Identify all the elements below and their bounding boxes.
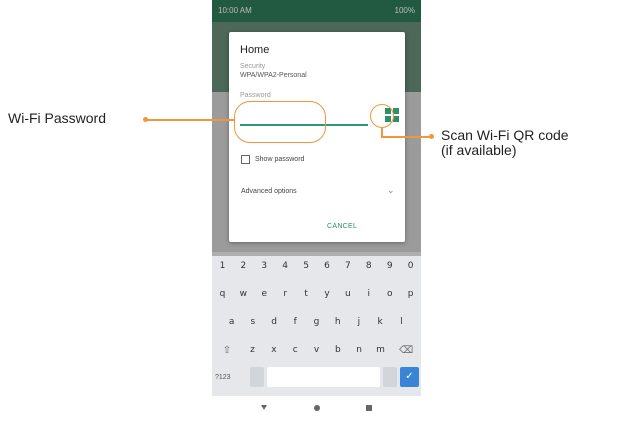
key[interactable]: 3 xyxy=(254,261,275,271)
key[interactable]: r xyxy=(275,289,296,299)
check-icon[interactable]: ✓ xyxy=(400,367,419,387)
key[interactable]: 1 xyxy=(212,261,233,271)
qr-callout-line1: Scan Wi-Fi QR code xyxy=(441,127,569,143)
key[interactable]: z xyxy=(242,345,263,355)
key[interactable]: 5 xyxy=(296,261,317,271)
advanced-options[interactable]: Advanced options xyxy=(241,188,297,195)
key[interactable]: s xyxy=(242,317,263,327)
password-highlight xyxy=(234,101,326,143)
key[interactable]: t xyxy=(296,289,317,299)
symbols-key[interactable]: ?123 xyxy=(215,374,231,381)
number-row: 1 2 3 4 5 6 7 8 9 0 xyxy=(212,256,421,276)
key[interactable]: 7 xyxy=(337,261,358,271)
network-name: Home xyxy=(240,44,270,56)
key[interactable]: 2 xyxy=(233,261,254,271)
password-callout-dot xyxy=(143,117,148,122)
space-key[interactable] xyxy=(267,367,380,387)
password-callout: Wi-Fi Password xyxy=(8,110,107,126)
key[interactable]: k xyxy=(370,317,391,327)
navigation-bar xyxy=(212,396,421,422)
key[interactable]: 4 xyxy=(275,261,296,271)
key[interactable]: h xyxy=(327,317,348,327)
key[interactable]: q xyxy=(212,289,233,299)
key[interactable]: v xyxy=(306,345,327,355)
letter-row-1: q w e r t y u i o p xyxy=(212,284,421,304)
comma-key[interactable] xyxy=(250,367,264,387)
key[interactable]: w xyxy=(233,289,254,299)
security-value: WPA/WPA2-Personal xyxy=(240,72,307,79)
key[interactable]: 0 xyxy=(400,261,421,271)
key[interactable]: 8 xyxy=(358,261,379,271)
key[interactable]: 9 xyxy=(379,261,400,271)
qr-highlight xyxy=(370,104,394,128)
key[interactable]: i xyxy=(358,289,379,299)
security-label: Security xyxy=(240,63,266,70)
back-icon[interactable] xyxy=(261,405,267,410)
key[interactable]: c xyxy=(285,345,306,355)
key[interactable]: 6 xyxy=(317,261,338,271)
key[interactable]: l xyxy=(391,317,412,327)
key[interactable]: m xyxy=(370,345,391,355)
key[interactable]: j xyxy=(348,317,369,327)
phone-screen: 10:00 AM 100% Home Security WPA/WPA2-Per… xyxy=(212,0,421,422)
shift-icon[interactable]: ⇧ xyxy=(212,345,242,356)
show-password-label: Show password xyxy=(255,156,305,163)
key[interactable]: u xyxy=(337,289,358,299)
key[interactable]: n xyxy=(349,345,370,355)
key[interactable]: g xyxy=(306,317,327,327)
qr-callout-line2: (if available) xyxy=(441,142,517,158)
cancel-button[interactable]: CANCEL xyxy=(327,223,357,230)
home-icon[interactable] xyxy=(314,405,320,411)
show-password-checkbox[interactable] xyxy=(241,155,250,164)
key[interactable]: b xyxy=(327,345,348,355)
key[interactable]: a xyxy=(221,317,242,327)
recents-icon[interactable] xyxy=(366,405,372,411)
qr-callout: Scan Wi-Fi QR code (if available) xyxy=(441,128,569,158)
key[interactable]: y xyxy=(317,289,338,299)
letter-row-3: ⇧ z x c v b n m ⌫ xyxy=(212,340,421,360)
key[interactable]: e xyxy=(254,289,275,299)
letter-row-2: a s d f g h j k l xyxy=(212,312,421,332)
backspace-icon[interactable]: ⌫ xyxy=(391,345,421,356)
chevron-down-icon[interactable]: ⌄ xyxy=(387,185,395,196)
password-callout-line xyxy=(146,119,234,121)
key[interactable]: o xyxy=(379,289,400,299)
key[interactable]: f xyxy=(285,317,306,327)
qr-callout-dot xyxy=(429,134,434,139)
period-key[interactable] xyxy=(383,367,397,387)
password-label: Password xyxy=(240,92,271,99)
key[interactable]: p xyxy=(400,289,421,299)
key[interactable]: d xyxy=(263,317,284,327)
key[interactable]: x xyxy=(263,345,284,355)
qr-callout-line-horizontal xyxy=(381,136,431,138)
